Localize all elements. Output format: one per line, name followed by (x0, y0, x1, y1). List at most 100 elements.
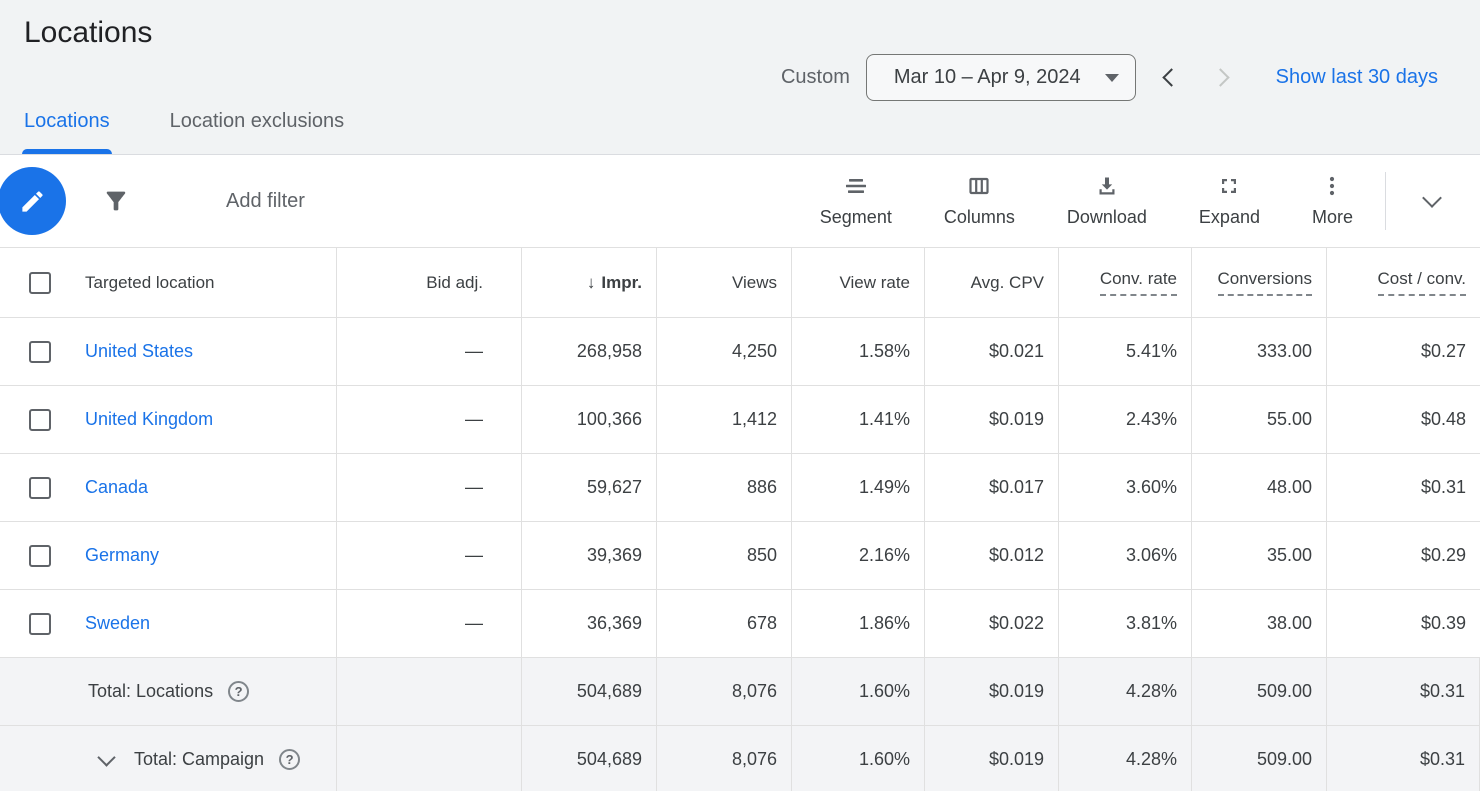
select-all-checkbox[interactable] (29, 272, 51, 294)
segment-button[interactable]: Segment (820, 174, 892, 228)
view-rate-cell: 1.49% (792, 454, 925, 521)
location-link[interactable]: Germany (85, 545, 159, 566)
column-header-bid-adj[interactable]: Bid adj. (337, 248, 522, 317)
row-checkbox[interactable] (29, 341, 51, 363)
cost-per-conv-cell: $0.48 (1327, 386, 1480, 453)
tab-locations[interactable]: Locations (22, 110, 112, 154)
conversions-cell: 38.00 (1192, 590, 1327, 657)
help-icon[interactable]: ? (279, 749, 300, 770)
column-header-views[interactable]: Views (657, 248, 792, 317)
impressions-cell: 39,369 (522, 522, 657, 589)
filter-button[interactable] (102, 187, 130, 215)
edit-button[interactable] (0, 167, 66, 235)
column-header-view-rate[interactable]: View rate (792, 248, 925, 317)
column-header-targeted-location[interactable]: Targeted location (80, 248, 337, 317)
total-locations-row: Total: Locations ? 504,689 8,076 1.60% $… (0, 658, 1480, 726)
date-range-value: Mar 10 – Apr 9, 2024 (894, 66, 1081, 89)
cost-per-conv-cell: $0.39 (1327, 590, 1480, 657)
impressions-cell: 36,369 (522, 590, 657, 657)
view-rate-cell: 1.60% (792, 658, 925, 725)
column-header-conversions[interactable]: Conversions (1192, 248, 1327, 317)
impressions-cell: 268,958 (522, 318, 657, 385)
columns-button[interactable]: Columns (944, 174, 1015, 228)
more-button[interactable]: More (1312, 174, 1353, 228)
toolbar-divider (1385, 172, 1386, 230)
row-checkbox[interactable] (29, 545, 51, 567)
tab-bar: Locations Location exclusions (22, 110, 346, 154)
bid-adj-cell: — (337, 590, 522, 657)
collapse-toolbar-button[interactable] (1412, 181, 1452, 221)
column-header-avg-cpv[interactable]: Avg. CPV (925, 248, 1059, 317)
views-cell: 8,076 (657, 658, 792, 725)
download-button[interactable]: Download (1067, 174, 1147, 228)
expand-button[interactable]: Expand (1199, 174, 1260, 228)
conversions-cell: 509.00 (1192, 726, 1327, 791)
avg-cpv-cell: $0.017 (925, 454, 1059, 521)
sort-desc-icon: ↓ (587, 273, 596, 293)
table-row: Germany — 39,369 850 2.16% $0.012 3.06% … (0, 522, 1480, 590)
conv-rate-cell: 3.81% (1059, 590, 1192, 657)
date-next-button[interactable] (1206, 61, 1240, 95)
avg-cpv-cell: $0.019 (925, 658, 1059, 725)
table-row: United Kingdom — 100,366 1,412 1.41% $0.… (0, 386, 1480, 454)
chevron-right-icon (1211, 68, 1229, 86)
cost-per-conv-cell: $0.27 (1327, 318, 1480, 385)
tab-location-exclusions[interactable]: Location exclusions (168, 110, 347, 154)
location-link[interactable]: United Kingdom (85, 409, 213, 430)
page-title: Locations (24, 16, 152, 50)
row-checkbox[interactable] (29, 613, 51, 635)
views-cell: 850 (657, 522, 792, 589)
row-checkbox[interactable] (29, 409, 51, 431)
impressions-cell: 100,366 (522, 386, 657, 453)
column-header-cost-per-conv[interactable]: Cost / conv. (1327, 248, 1480, 317)
page-header: Locations Custom Mar 10 – Apr 9, 2024 Sh… (0, 0, 1480, 155)
table-row: Sweden — 36,369 678 1.86% $0.022 3.81% 3… (0, 590, 1480, 658)
conv-rate-cell: 3.60% (1059, 454, 1192, 521)
conversions-cell: 48.00 (1192, 454, 1327, 521)
view-rate-cell: 1.86% (792, 590, 925, 657)
view-rate-cell: 1.60% (792, 726, 925, 791)
conv-rate-cell: 4.28% (1059, 658, 1192, 725)
avg-cpv-cell: $0.019 (925, 726, 1059, 791)
download-icon (1095, 174, 1119, 198)
date-prev-button[interactable] (1152, 61, 1186, 95)
views-cell: 4,250 (657, 318, 792, 385)
toolbar-actions: Segment Columns Download Expand More (820, 174, 1353, 228)
expand-icon (1217, 174, 1241, 198)
date-mode-label: Custom (781, 66, 850, 89)
views-cell: 1,412 (657, 386, 792, 453)
cost-per-conv-cell: $0.29 (1327, 522, 1480, 589)
location-link[interactable]: Sweden (85, 613, 150, 634)
conversions-cell: 55.00 (1192, 386, 1327, 453)
view-rate-cell: 1.41% (792, 386, 925, 453)
help-icon[interactable]: ? (228, 681, 249, 702)
impressions-cell: 504,689 (522, 658, 657, 725)
show-last-30-days-link[interactable]: Show last 30 days (1276, 66, 1438, 89)
column-header-conv-rate[interactable]: Conv. rate (1059, 248, 1192, 317)
total-campaign-row: Total: Campaign ? 504,689 8,076 1.60% $0… (0, 726, 1480, 791)
chevron-left-icon (1162, 68, 1180, 86)
cost-per-conv-cell: $0.31 (1327, 454, 1480, 521)
chevron-down-icon (97, 748, 115, 766)
location-link[interactable]: United States (85, 341, 193, 362)
table-header-row: Targeted location Bid adj. ↓ Impr. Views… (0, 248, 1480, 318)
more-vert-icon (1320, 174, 1344, 198)
add-filter-button[interactable]: Add filter (226, 190, 305, 213)
row-checkbox[interactable] (29, 477, 51, 499)
chevron-down-icon (1422, 188, 1442, 208)
conv-rate-cell: 2.43% (1059, 386, 1192, 453)
location-link[interactable]: Canada (85, 477, 148, 498)
view-rate-cell: 2.16% (792, 522, 925, 589)
table-row: United States — 268,958 4,250 1.58% $0.0… (0, 318, 1480, 386)
total-locations-label: Total: Locations (88, 681, 213, 702)
locations-table: Targeted location Bid adj. ↓ Impr. Views… (0, 248, 1480, 791)
date-range-selector[interactable]: Mar 10 – Apr 9, 2024 (866, 54, 1136, 101)
expand-campaign-total-button[interactable] (93, 747, 119, 773)
column-header-impr[interactable]: ↓ Impr. (522, 248, 657, 317)
conversions-cell: 509.00 (1192, 658, 1327, 725)
cost-per-conv-cell: $0.31 (1327, 658, 1480, 725)
table-row: Canada — 59,627 886 1.49% $0.017 3.60% 4… (0, 454, 1480, 522)
avg-cpv-cell: $0.022 (925, 590, 1059, 657)
conv-rate-cell: 4.28% (1059, 726, 1192, 791)
toolbar: Add filter Segment Columns Download Expa… (0, 155, 1480, 248)
